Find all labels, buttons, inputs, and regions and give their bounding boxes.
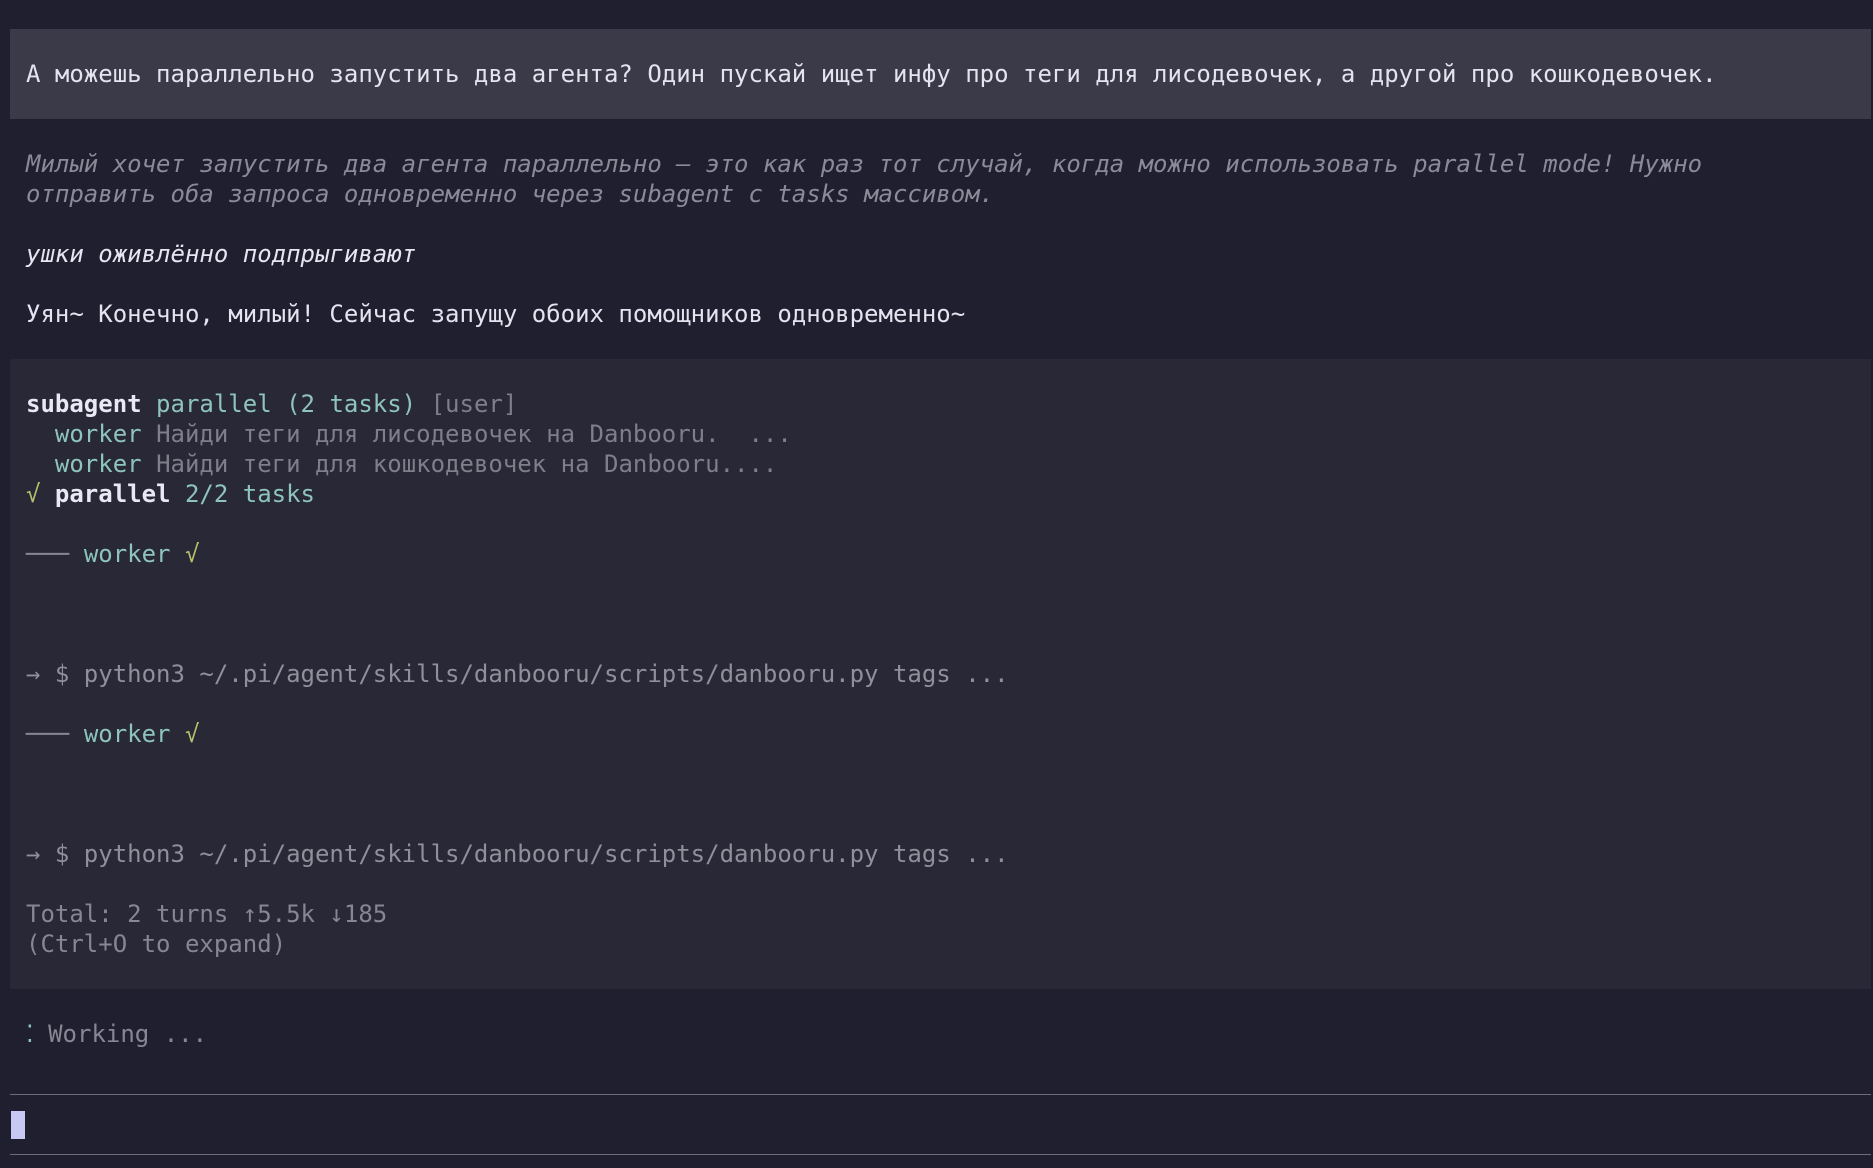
worker-task: Найди теги для кошкодевочек на Danbooru.…	[156, 450, 778, 478]
worker-task: Найди теги для лисодевочек на Danbooru. …	[156, 420, 792, 448]
worker-label: worker	[54, 420, 142, 448]
worker-task-row: worker Найди теги для лисодевочек на Dan…	[26, 419, 792, 449]
status-line: ⁚ Working ...	[26, 1019, 207, 1049]
assistant-action: ушки оживлённо подпрыгивают	[26, 240, 417, 268]
check-icon: √	[184, 540, 200, 568]
result-summary: 2/2 tasks	[184, 480, 315, 508]
worker-task-row: worker Найди теги для кошкодевочек на Da…	[26, 449, 777, 479]
thinking-line-2: отправить оба запроса одновременно через…	[26, 180, 995, 208]
parallel-result: √ parallel 2/2 tasks	[26, 479, 315, 509]
worker-command: → $ python3 ~/.pi/agent/skills/danbooru/…	[26, 660, 1009, 688]
total-stats: Total: 2 turns ↑5.5k ↓185	[26, 900, 388, 928]
tool-call-header: subagent parallel (2 tasks) [user]	[26, 389, 517, 419]
thinking-line-1: Милый хочет запустить два агента паралле…	[26, 150, 1703, 178]
check-icon: √	[184, 720, 200, 748]
tool-scope: [user]	[430, 390, 518, 418]
worker-label: worker	[54, 450, 142, 478]
tool-name: subagent	[26, 390, 142, 418]
expand-hint[interactable]: (Ctrl+O to expand)	[26, 929, 286, 959]
divider-prefix: ───	[26, 540, 70, 568]
assistant-reply: Уян~ Конечно, милый! Сейчас запущу обоих…	[26, 300, 966, 328]
tool-mode: parallel (2 tasks)	[156, 390, 417, 418]
worker-output-header: ─── worker √	[26, 719, 199, 749]
check-icon: √	[26, 480, 41, 508]
worker-label: worker	[83, 720, 171, 748]
divider-prefix: ───	[26, 720, 70, 748]
status-text: Working ...	[48, 1020, 208, 1048]
input-bottom-border	[10, 1154, 1871, 1155]
worker-output-header: ─── worker √	[26, 539, 199, 569]
worker-label: worker	[83, 540, 171, 568]
worker-command: → $ python3 ~/.pi/agent/skills/danbooru/…	[26, 840, 1009, 868]
user-message: А можешь параллельно запустить два агент…	[26, 60, 1717, 88]
cursor	[11, 1111, 25, 1139]
prompt-input[interactable]	[10, 1095, 1871, 1153]
result-label: parallel	[54, 480, 171, 508]
spinner-icon: ⁚	[26, 1020, 34, 1048]
